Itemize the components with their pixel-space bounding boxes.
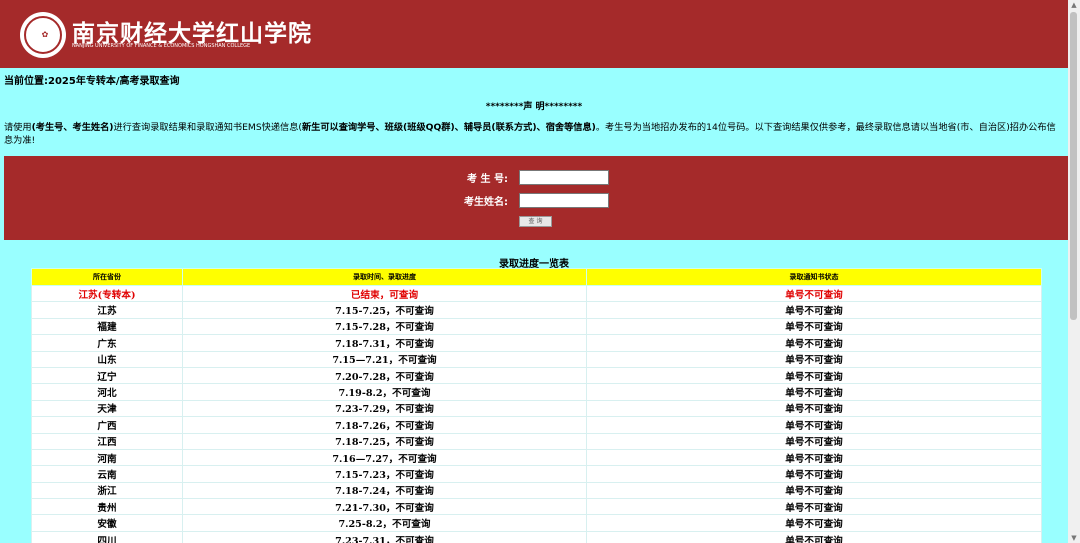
scrollbar-thumb[interactable] [1070,12,1077,320]
table-row: 江西 7.18-7.25，不可查询 单号不可查询 [31,432,1042,450]
notice-part-2: 进行查询录取结果和录取通知书EMS快递信息( [113,122,302,133]
province-cell: 辽宁 [31,366,183,385]
vertical-scrollbar[interactable]: ▲ ▼ [1068,0,1080,543]
table-row: 安徽 7.25-8.2，不可查询 单号不可查询 [31,514,1042,532]
table-row: 江苏 7.15-7.25，不可查询 单号不可查询 [31,301,1042,319]
status-cell: 单号不可查询 [586,366,1042,385]
province-cell: 贵州 [31,498,183,516]
status-cell: 单号不可查询 [586,448,1042,467]
status-cell: 单号不可查询 [586,399,1042,418]
scroll-up-icon[interactable]: ▲ [1070,1,1078,9]
status-cell: 单号不可查询 [586,465,1042,483]
header-status: 录取通知书状态 [586,268,1042,286]
table-row: 浙江 7.18-7.24，不可查询 单号不可查询 [31,481,1042,500]
status-cell: 单号不可查询 [586,317,1042,336]
progress-cell: 7.15-7.25，不可查询 [182,301,587,319]
query-button[interactable]: 查 询 [519,216,552,227]
table-row: 河南 7.16—7.27，不可查询 单号不可查询 [31,448,1042,467]
progress-cell: 7.16—7.27，不可查询 [182,448,587,467]
province-cell: 河北 [31,383,183,401]
province-cell: 河南 [31,448,183,467]
college-seal-icon[interactable]: ✿ [20,12,66,58]
table-row: 辽宁 7.20-7.28，不可查询 单号不可查询 [31,366,1042,385]
province-cell: 江西 [31,432,183,450]
progress-cell: 7.25-8.2，不可查询 [182,514,587,532]
page: ✿ 南京财经大学红山学院 NANJING UNIVERSITY OF FINAN… [0,0,1068,543]
progress-cell: 7.18-7.26，不可查询 [182,416,587,434]
status-cell: 单号不可查询 [586,514,1042,532]
province-cell: 广西 [31,416,183,434]
progress-cell: 7.18-7.25，不可查询 [182,432,587,450]
notice-part-1: 请使用 [4,122,32,133]
table-row: 山东 7.15—7.21，不可查询 单号不可查询 [31,350,1042,368]
progress-cell: 7.18-7.24，不可查询 [182,481,587,500]
table-row: 广西 7.18-7.26，不可查询 单号不可查询 [31,416,1042,434]
table-row: 广东 7.18-7.31，不可查询 单号不可查询 [31,334,1042,352]
table-row: 天津 7.23-7.29，不可查询 单号不可查询 [31,399,1042,418]
status-cell: 单号不可查询 [586,530,1042,543]
province-cell: 云南 [31,465,183,483]
status-cell: 单号不可查询 [586,284,1042,303]
table-body: 江苏(专转本) 已结束，可查询 单号不可查询 江苏 7.15-7.25，不可查询 单号不可… [31,284,1042,543]
notice-text: 请使用(考生号、考生姓名)进行查询录取结果和录取通知书EMS快递信息(新生可以查… [4,121,1064,147]
progress-cell: 7.20-7.28，不可查询 [182,366,587,385]
table-row: 贵州 7.21-7.30，不可查询 单号不可查询 [31,498,1042,516]
table-row: 河北 7.19-8.2，不可查询 单号不可查询 [31,383,1042,401]
breadcrumb: 当前位置:2025年专转本/高考录取查询 [4,76,180,87]
province-cell: 四川 [31,530,183,543]
brand-name-en: NANJING UNIVERSITY OF FINANCE & ECONOMIC… [72,43,251,49]
status-cell: 单号不可查询 [586,498,1042,516]
query-form: 考 生 号: 考生姓名: 查 询 [4,156,1068,240]
province-cell: 山东 [31,350,183,368]
status-cell: 单号不可查询 [586,481,1042,500]
progress-cell: 7.23-7.31，不可查询 [182,530,587,543]
header-progress: 录取时间、录取进度 [182,268,587,286]
table-header-row: 所在省份 录取时间、录取进度 录取通知书状态 [31,268,1042,286]
name-input[interactable] [519,193,609,208]
table-row: 福建 7.15-7.28，不可查询 单号不可查询 [31,317,1042,336]
status-cell: 单号不可查询 [586,416,1042,434]
seal-text: ✿ [41,30,49,39]
table-row: 四川 7.23-7.31，不可查询 单号不可查询 [31,530,1042,543]
scroll-down-icon[interactable]: ▼ [1070,534,1078,542]
admission-table: 所在省份 录取时间、录取进度 录取通知书状态 江苏(专转本) 已结束，可查询 单号不… [31,268,1042,543]
progress-cell: 7.15-7.23，不可查询 [182,465,587,483]
province-cell: 福建 [31,317,183,336]
province-cell: 江苏 [31,301,183,319]
province-cell: 江苏(专转本) [31,284,183,303]
table-row: 江苏(专转本) 已结束，可查询 单号不可查询 [31,284,1042,303]
notice-bold-1: (考生号、考生姓名) [31,122,114,133]
status-cell: 单号不可查询 [586,432,1042,450]
progress-cell: 7.19-8.2，不可查询 [182,383,587,401]
progress-cell: 7.21-7.30，不可查询 [182,498,587,516]
progress-cell: 7.15—7.21，不可查询 [182,350,587,368]
status-cell: 单号不可查询 [586,383,1042,401]
progress-cell: 7.23-7.29，不可查询 [182,399,587,418]
province-cell: 广东 [31,334,183,352]
header-province: 所在省份 [31,268,183,286]
name-label: 考生姓名: [464,197,508,208]
status-cell: 单号不可查询 [586,301,1042,319]
exam-id-label: 考 生 号: [467,174,508,185]
site-header: ✿ 南京财经大学红山学院 NANJING UNIVERSITY OF FINAN… [0,0,1068,68]
progress-cell: 已结束，可查询 [182,284,587,303]
exam-id-input[interactable] [519,170,609,185]
status-cell: 单号不可查询 [586,350,1042,368]
progress-cell: 7.15-7.28，不可查询 [182,317,587,336]
province-cell: 浙江 [31,481,183,500]
status-cell: 单号不可查询 [586,334,1042,352]
province-cell: 天津 [31,399,183,418]
province-cell: 安徽 [31,514,183,532]
table-row: 云南 7.15-7.23，不可查询 单号不可查询 [31,465,1042,483]
seal-ring: ✿ [24,16,62,54]
progress-cell: 7.18-7.31，不可查询 [182,334,587,352]
notice-title: ********声 明******** [485,102,583,112]
notice-bold-2: 新生可以查询学号、班级(班级QQ群)、辅导员(联系方式)、宿舍等信息) [302,122,596,133]
